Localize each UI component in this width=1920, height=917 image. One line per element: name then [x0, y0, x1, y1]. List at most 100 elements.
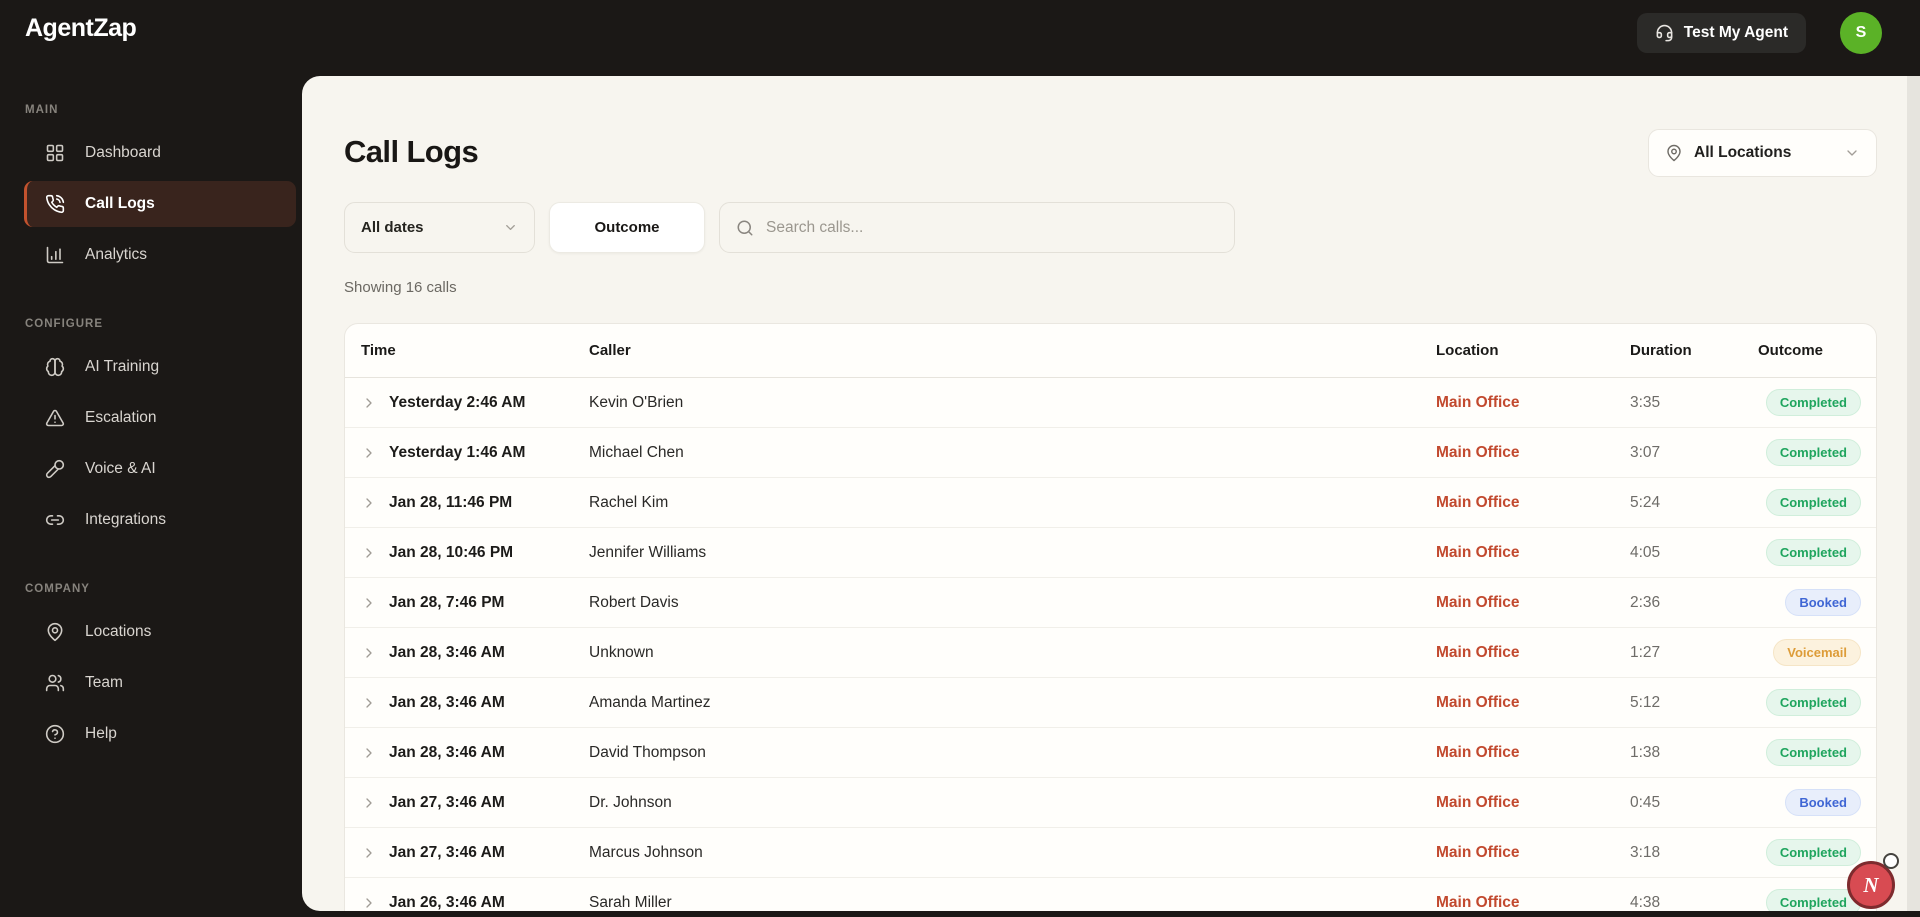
outcome-badge: Completed [1765, 739, 1861, 766]
call-time: Jan 28, 7:46 PM [389, 593, 505, 611]
table-row[interactable]: Jan 28, 7:46 PM Robert Davis Main Office… [345, 578, 1876, 628]
chevron-right-icon[interactable] [361, 645, 389, 661]
call-time: Jan 28, 11:46 PM [389, 493, 513, 511]
sidebar-item-call-logs[interactable]: Call Logs [24, 181, 296, 227]
scrollbar[interactable] [1907, 76, 1920, 911]
date-filter-value: All dates [361, 219, 424, 236]
sidebar-item-integrations[interactable]: Integrations [24, 497, 296, 543]
call-time: Yesterday 1:46 AM [389, 443, 526, 461]
sidebar-item-analytics[interactable]: Analytics [24, 232, 296, 278]
call-duration: 0:45 [1630, 793, 1661, 811]
call-duration: 1:38 [1630, 743, 1661, 761]
outcome-badge: Completed [1765, 439, 1861, 466]
call-duration: 1:27 [1630, 643, 1661, 661]
test-my-agent-button[interactable]: Test My Agent [1636, 13, 1806, 53]
chevron-right-icon[interactable] [361, 445, 389, 461]
outcome-badge: Completed [1765, 539, 1861, 566]
table-row[interactable]: Jan 28, 3:46 AM David Thompson Main Offi… [345, 728, 1876, 778]
call-duration: 3:18 [1630, 843, 1661, 861]
outcome-badge: Completed [1765, 489, 1861, 516]
call-location-link[interactable]: Main Office [1436, 644, 1630, 662]
sidebar-item-voice-ai[interactable]: Voice & AI [24, 446, 296, 492]
chevron-right-icon[interactable] [361, 695, 389, 711]
sidebar-item-help[interactable]: Help [24, 711, 296, 757]
search-box [719, 202, 1235, 253]
alert-triangle-icon [45, 408, 65, 428]
table-row[interactable]: Jan 27, 3:46 AM Marcus Johnson Main Offi… [345, 828, 1876, 878]
location-selector[interactable]: All Locations [1648, 129, 1877, 177]
call-location-link[interactable]: Main Office [1436, 694, 1630, 712]
chevron-right-icon[interactable] [361, 895, 389, 911]
phone-icon [45, 194, 65, 214]
call-location-link[interactable]: Main Office [1436, 394, 1630, 412]
floating-widget-initial: N [1863, 872, 1879, 897]
test-my-agent-label: Test My Agent [1683, 24, 1788, 41]
headset-icon [1655, 24, 1674, 43]
chevron-right-icon[interactable] [361, 495, 389, 511]
call-location-link[interactable]: Main Office [1436, 894, 1630, 912]
call-location-link[interactable]: Main Office [1436, 794, 1630, 812]
sidebar-item-team[interactable]: Team [24, 660, 296, 706]
sidebar-item-locations[interactable]: Locations [24, 609, 296, 655]
search-input[interactable] [766, 218, 1218, 237]
call-location-link[interactable]: Main Office [1436, 494, 1630, 512]
column-header-outcome: Outcome [1758, 342, 1824, 359]
sidebar-item-label: AI Training [85, 358, 160, 375]
sidebar-section-main: MAIN [25, 104, 59, 116]
sidebar-item-label: Integrations [85, 511, 166, 528]
outcome-badge: Booked [1785, 589, 1861, 616]
table-row[interactable]: Jan 28, 3:46 AM Unknown Main Office 1:27… [345, 628, 1876, 678]
call-location-link[interactable]: Main Office [1436, 544, 1630, 562]
call-logs-table: Time Caller Location Duration Outcome Ye… [344, 323, 1877, 911]
call-location-link[interactable]: Main Office [1436, 594, 1630, 612]
chevron-right-icon[interactable] [361, 845, 389, 861]
sidebar-item-label: Team [85, 674, 123, 691]
call-duration: 4:05 [1630, 543, 1661, 561]
sidebar-item-label: Escalation [85, 409, 157, 426]
search-icon [736, 219, 754, 237]
table-row[interactable]: Yesterday 1:46 AM Michael Chen Main Offi… [345, 428, 1876, 478]
chevron-right-icon[interactable] [361, 745, 389, 761]
dashboard-icon [45, 143, 65, 163]
sidebar-item-dashboard[interactable]: Dashboard [24, 130, 296, 176]
column-header-duration: Duration [1630, 342, 1692, 359]
chevron-right-icon[interactable] [361, 595, 389, 611]
users-icon [45, 673, 65, 693]
table-row[interactable]: Jan 28, 10:46 PM Jennifer Williams Main … [345, 528, 1876, 578]
call-caller: Rachel Kim [589, 493, 669, 511]
outcome-filter-button[interactable]: Outcome [549, 202, 705, 253]
call-duration: 5:12 [1630, 693, 1661, 711]
sidebar-item-label: Help [85, 725, 117, 742]
table-row[interactable]: Jan 26, 3:46 AM Sarah Miller Main Office… [345, 878, 1876, 911]
call-caller: David Thompson [589, 743, 706, 761]
chevron-right-icon[interactable] [361, 395, 389, 411]
chevron-down-icon [503, 220, 518, 235]
date-filter-dropdown[interactable]: All dates [344, 202, 535, 253]
table-row[interactable]: Jan 27, 3:46 AM Dr. Johnson Main Office … [345, 778, 1876, 828]
call-location-link[interactable]: Main Office [1436, 444, 1630, 462]
filter-bar: All dates Outcome [344, 202, 1235, 253]
table-row[interactable]: Jan 28, 11:46 PM Rachel Kim Main Office … [345, 478, 1876, 528]
user-avatar[interactable]: S [1840, 12, 1882, 54]
avatar-initial: S [1855, 24, 1867, 41]
call-caller: Robert Davis [589, 593, 679, 611]
call-caller: Unknown [589, 643, 654, 661]
sidebar-section-configure: CONFIGURE [25, 318, 103, 330]
call-caller: Dr. Johnson [589, 793, 672, 811]
table-row[interactable]: Yesterday 2:46 AM Kevin O'Brien Main Off… [345, 378, 1876, 428]
call-caller: Kevin O'Brien [589, 393, 684, 411]
chevron-right-icon[interactable] [361, 795, 389, 811]
main-panel: Call Logs All Locations All dates Outcom… [302, 76, 1920, 911]
column-header-location: Location [1436, 342, 1499, 359]
call-location-link[interactable]: Main Office [1436, 844, 1630, 862]
outcome-badge: Completed [1765, 689, 1861, 716]
sidebar-item-ai-training[interactable]: AI Training [24, 344, 296, 390]
sidebar-item-label: Voice & AI [85, 460, 156, 477]
sidebar-item-escalation[interactable]: Escalation [24, 395, 296, 441]
link-icon [45, 510, 65, 530]
sidebar-item-label: Dashboard [85, 144, 161, 161]
chevron-right-icon[interactable] [361, 545, 389, 561]
call-location-link[interactable]: Main Office [1436, 744, 1630, 762]
table-body: Yesterday 2:46 AM Kevin O'Brien Main Off… [345, 378, 1876, 911]
table-row[interactable]: Jan 28, 3:46 AM Amanda Martinez Main Off… [345, 678, 1876, 728]
